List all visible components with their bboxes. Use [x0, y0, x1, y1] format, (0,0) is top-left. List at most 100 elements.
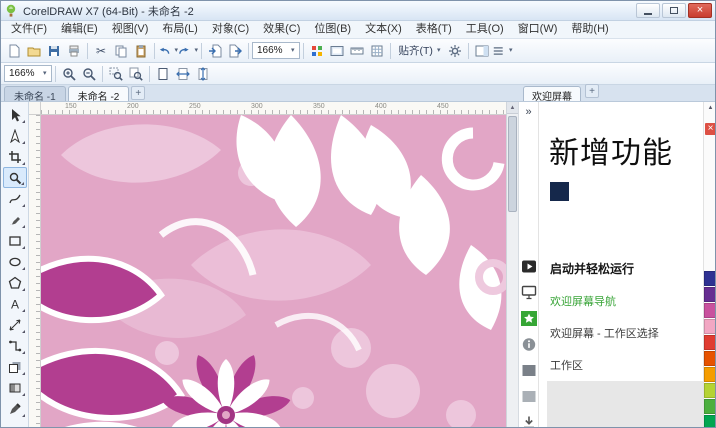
menu-effects[interactable]: 效果(C) [256, 21, 307, 38]
color-swatch[interactable] [704, 319, 715, 334]
zoom-out-button[interactable] [79, 64, 99, 84]
crop-tool[interactable] [3, 146, 27, 167]
ellipse-tool[interactable] [3, 251, 27, 272]
dockers-button[interactable] [472, 41, 492, 61]
zoom-to-page-width-button[interactable] [173, 64, 193, 84]
color-swatch[interactable] [704, 415, 715, 427]
cut-button[interactable]: ✂ [91, 41, 111, 61]
link-welcome-navigation[interactable]: 欢迎屏幕导航 [550, 293, 701, 309]
color-swatch[interactable] [704, 303, 715, 318]
color-swatch[interactable] [704, 367, 715, 382]
connector-tool[interactable] [3, 335, 27, 356]
link-workspaces[interactable]: 工作区 [550, 357, 701, 373]
close-button[interactable]: × [688, 3, 712, 18]
color-swatch[interactable] [704, 271, 715, 286]
welcome-screen-panel: 新增功能 启动并轻松运行 欢迎屏幕导航 欢迎屏幕 - 工作区选择 工作区 Lit… [538, 102, 703, 427]
menu-text[interactable]: 文本(X) [358, 21, 409, 38]
color-swatch[interactable] [704, 383, 715, 398]
info-icon[interactable] [521, 337, 537, 352]
save-button[interactable] [44, 41, 64, 61]
zoom-to-selected-button[interactable] [106, 64, 126, 84]
undo-button[interactable]: ▾ [158, 41, 178, 61]
paste-button[interactable] [131, 41, 151, 61]
artistic-media-tool[interactable] [3, 209, 27, 230]
docker-close-button[interactable]: × [705, 123, 716, 135]
maximize-button[interactable] [662, 3, 686, 18]
shape-tool[interactable] [3, 125, 27, 146]
horizontal-ruler[interactable]: 150 200 250 300 350 400 450 [41, 102, 506, 115]
zoom-level-combo[interactable]: 166% ▾ [252, 42, 300, 59]
export-button[interactable] [225, 41, 245, 61]
copy-button[interactable] [111, 41, 131, 61]
zoom-levels-value: 166% [9, 68, 39, 79]
link-workspace-selection[interactable]: 欢迎屏幕 - 工作区选择 [550, 325, 701, 341]
tab-untitled-2[interactable]: 未命名 -2 [68, 86, 130, 101]
show-grid-button[interactable] [367, 41, 387, 61]
add-docker-button[interactable]: + [585, 84, 599, 98]
zoom-levels-combo[interactable]: 166% ▾ [4, 65, 52, 82]
whats-new-star-icon[interactable] [521, 311, 537, 326]
menu-bitmaps[interactable]: 位图(B) [307, 21, 358, 38]
workspace-monitor-icon[interactable] [521, 285, 537, 300]
zoom-to-all-button[interactable] [126, 64, 146, 84]
new-document-button[interactable] [4, 41, 24, 61]
menu-view[interactable]: 视图(V) [105, 21, 156, 38]
color-swatch[interactable] [704, 287, 715, 302]
menu-window[interactable]: 窗口(W) [511, 21, 565, 38]
dimension-icon [8, 318, 22, 332]
toolbar-list-button[interactable]: ▾ [492, 41, 512, 61]
open-button[interactable] [24, 41, 44, 61]
polygon-tool[interactable] [3, 272, 27, 293]
dimension-tool[interactable] [3, 314, 27, 335]
tab-untitled-1[interactable]: 未命名 -1 [4, 86, 66, 101]
menu-table[interactable]: 表格(T) [409, 21, 459, 38]
import-button[interactable] [205, 41, 225, 61]
tab-welcome-screen[interactable]: 欢迎屏幕 [523, 86, 581, 101]
welcome-heading: 新增功能 [549, 128, 703, 172]
ruler-origin[interactable] [29, 102, 41, 115]
freehand-tool[interactable] [3, 188, 27, 209]
menu-help[interactable]: 帮助(H) [564, 21, 615, 38]
updates-download-icon[interactable] [521, 415, 537, 427]
rectangle-tool[interactable] [3, 230, 27, 251]
learning-icon[interactable] [521, 389, 537, 404]
color-swatch[interactable] [704, 399, 715, 414]
drop-shadow-tool[interactable] [3, 356, 27, 377]
menu-layout[interactable]: 布局(L) [155, 21, 204, 38]
options-button[interactable] [445, 41, 465, 61]
menu-tools[interactable]: 工具(O) [459, 21, 511, 38]
zoom-to-page-height-button[interactable] [193, 64, 213, 84]
scrollbar-thumb[interactable] [508, 116, 517, 212]
scroll-up-button[interactable]: ▲ [507, 102, 518, 114]
redo-button[interactable]: ▾ [178, 41, 198, 61]
application-launcher-button[interactable] [307, 41, 327, 61]
video-tutorial-icon[interactable] [521, 259, 537, 274]
fullscreen-preview-button[interactable] [327, 41, 347, 61]
snap-to-dropdown[interactable]: 贴齐(T) ▾ [394, 42, 446, 60]
collapse-docker-button[interactable]: » [519, 107, 538, 118]
dockers-icon [475, 44, 489, 58]
new-tab-button[interactable]: + [131, 86, 145, 100]
canvas[interactable] [41, 115, 506, 427]
menu-edit[interactable]: 编辑(E) [54, 21, 105, 38]
zoom-in-button[interactable] [59, 64, 79, 84]
zoom-to-page-button[interactable] [153, 64, 173, 84]
minimize-button[interactable] [636, 3, 660, 18]
print-button[interactable] [64, 41, 84, 61]
show-rulers-button[interactable] [347, 41, 367, 61]
property-bar: 166% ▾ [1, 63, 715, 85]
palette-scroll-up-button[interactable]: ▲ [704, 105, 715, 111]
transparency-tool[interactable] [3, 377, 27, 398]
color-swatch[interactable] [704, 351, 715, 366]
menu-file[interactable]: 文件(F) [4, 21, 54, 38]
separator [468, 43, 469, 59]
eyedropper-tool[interactable] [3, 398, 27, 419]
text-tool[interactable]: A [3, 293, 27, 314]
pick-tool[interactable] [3, 104, 27, 125]
gallery-icon[interactable] [521, 363, 537, 378]
vertical-scrollbar[interactable]: ▲ [506, 102, 518, 427]
menu-object[interactable]: 对象(C) [205, 21, 256, 38]
zoom-tool[interactable] [3, 167, 27, 188]
vertical-ruler[interactable] [29, 115, 41, 427]
color-swatch[interactable] [704, 335, 715, 350]
